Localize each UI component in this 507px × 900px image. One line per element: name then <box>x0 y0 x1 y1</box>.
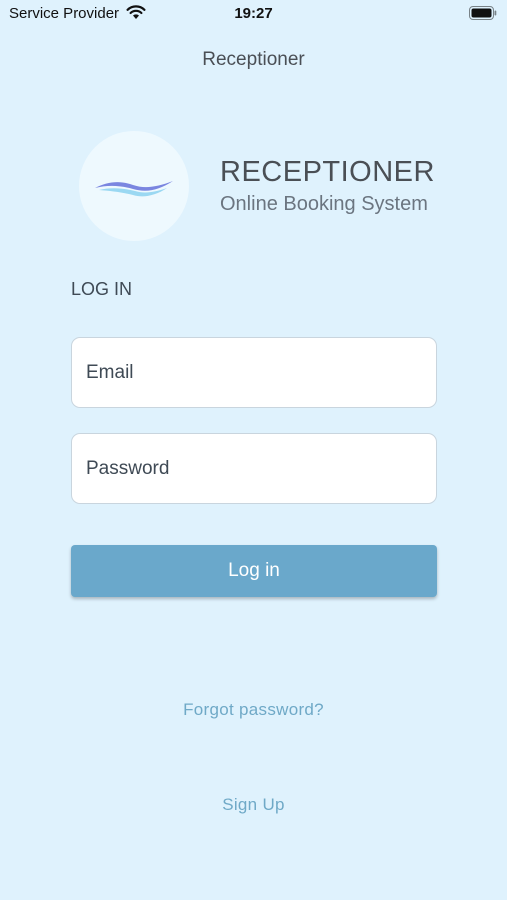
logo <box>79 131 189 241</box>
status-bar: Service Provider 19:27 <box>0 0 507 28</box>
password-field[interactable] <box>71 433 437 504</box>
forgot-password-link[interactable]: Forgot password? <box>0 700 507 720</box>
clock: 19:27 <box>234 5 273 22</box>
sign-up-link[interactable]: Sign Up <box>0 795 507 815</box>
battery-icon <box>469 6 497 20</box>
waves-logo-icon <box>95 181 173 197</box>
nav-title: Receptioner <box>202 49 305 70</box>
login-screen: Service Provider 19:27 Receptioner RECEP… <box>0 0 507 900</box>
brand-tagline: Online Booking System <box>220 193 428 215</box>
login-heading: LOG IN <box>71 279 133 299</box>
email-field[interactable] <box>71 337 437 408</box>
login-button[interactable]: Log in <box>71 545 437 597</box>
brand-name: RECEPTIONER <box>220 156 435 188</box>
